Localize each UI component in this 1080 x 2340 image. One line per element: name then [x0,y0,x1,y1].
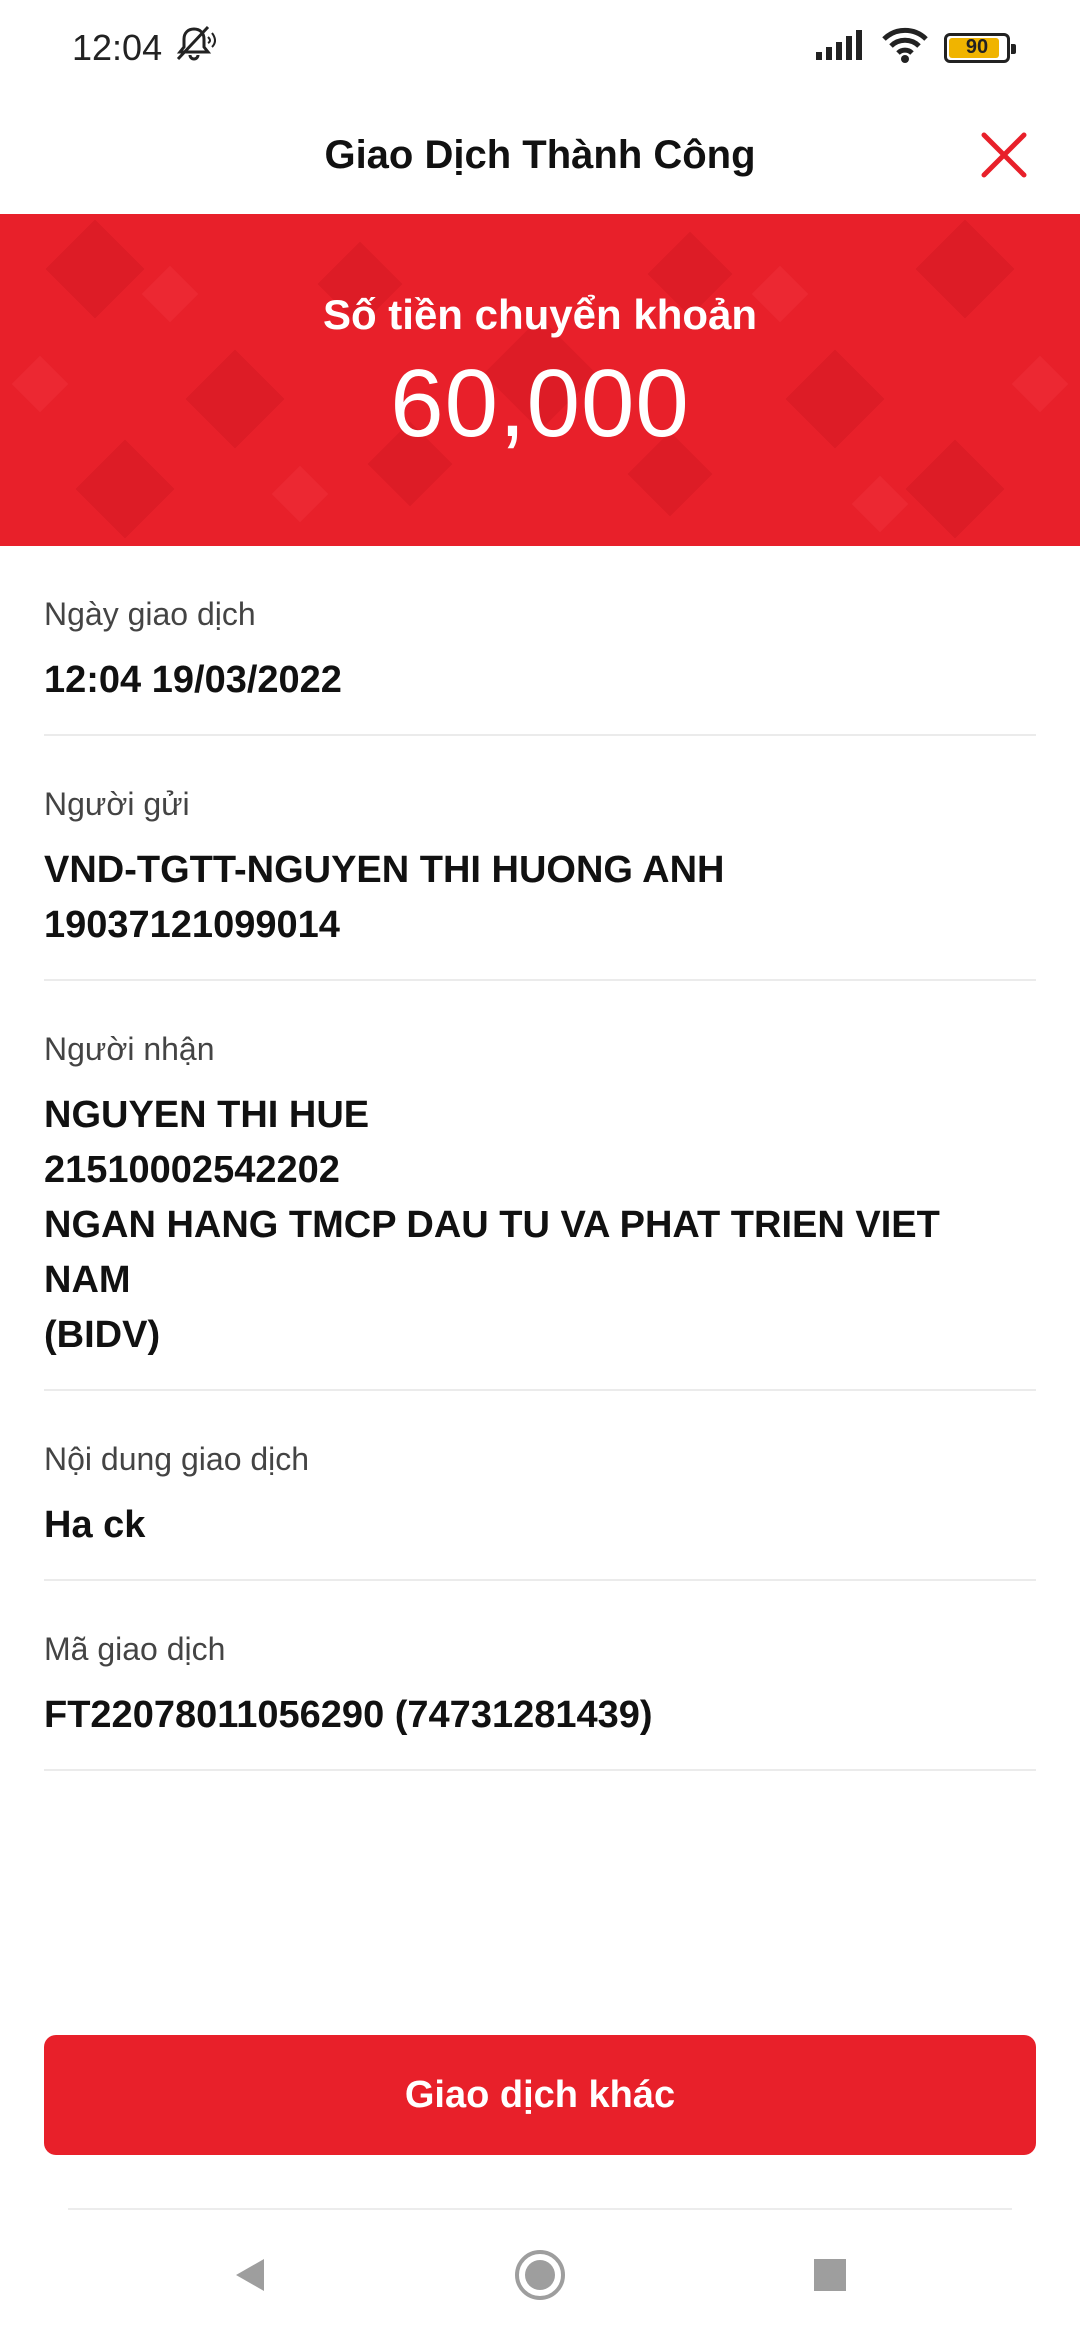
status-bar: 12:04 90 [0,0,1080,95]
detail-row-content: Nội dung giao dịch Ha ck [44,1391,1036,1581]
amount-banner: Số tiền chuyển khoản 60,000 [0,214,1080,546]
sender-account: 19037121099014 [44,904,340,946]
wifi-icon [882,27,928,68]
detail-label: Mã giao dịch [44,1631,226,1667]
close-button[interactable] [968,119,1040,191]
status-left: 12:04 [72,23,217,72]
system-nav-bar [0,2210,1080,2340]
mute-icon [172,23,217,72]
detail-row-date: Ngày giao dịch 12:04 19/03/2022 [44,546,1036,736]
amount-label: Số tiền chuyển khoản [322,291,758,338]
signal-icon [816,30,866,65]
receiver-bank-code: (BIDV) [44,1314,161,1356]
page-header: Giao Dịch Thành Công [0,95,1080,215]
detail-row-sender: Người gửi VND-TGTT-NGUYEN THI HUONG ANH … [44,736,1036,981]
status-time: 12:04 [72,26,163,68]
detail-row-transaction-id: Mã giao dịch FT22078011056290 (747312814… [44,1581,1036,1771]
receiver-bank: NGAN HANG TMCP DAU TU VA PHAT TRIEN VIET… [44,1204,940,1301]
detail-label: Nội dung giao dịch [44,1441,310,1477]
transaction-details: Ngày giao dịch 12:04 19/03/2022 Người gử… [44,546,1036,1771]
amount-value: 60,000 [390,350,690,457]
detail-label: Ngày giao dịch [44,596,256,632]
recents-icon [814,2259,846,2291]
detail-value: FT22078011056290 (74731281439) [44,1694,653,1736]
detail-value: 12:04 19/03/2022 [44,659,342,701]
home-button[interactable] [510,2245,570,2305]
back-icon [236,2259,264,2291]
detail-row-receiver: Người nhận NGUYEN THI HUE 21510002542202… [44,981,1036,1391]
back-button[interactable] [220,2245,280,2305]
page-title: Giao Dịch Thành Công [324,132,756,177]
home-icon [515,2250,565,2300]
sender-name: VND-TGTT-NGUYEN THI HUONG ANH [44,849,725,891]
receiver-name: NGUYEN THI HUE [44,1094,370,1136]
battery-level: 90 [965,36,989,58]
detail-label: Người gửi [44,786,190,822]
close-icon [981,132,1027,178]
recents-button[interactable] [800,2245,860,2305]
battery-icon: 90 [944,32,1016,63]
receiver-account: 21510002542202 [44,1149,340,1191]
detail-value: Ha ck [44,1504,146,1546]
detail-label: Người nhận [44,1031,215,1067]
status-right: 90 [816,27,1016,68]
other-transaction-button[interactable]: Giao dịch khác [44,2035,1036,2155]
